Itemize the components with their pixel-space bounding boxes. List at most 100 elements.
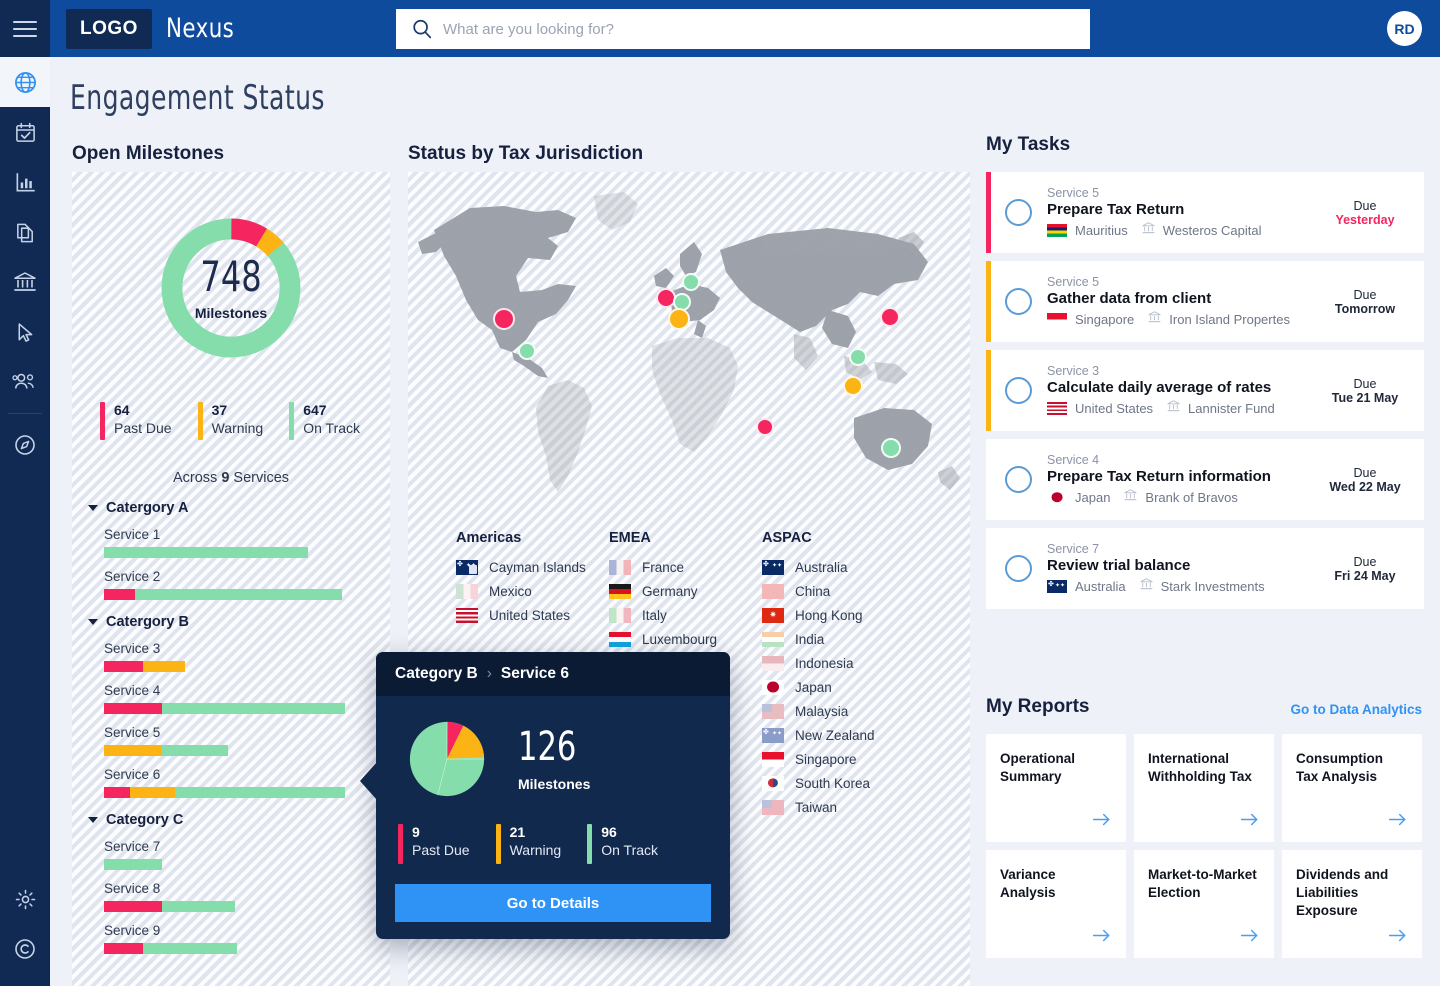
task-row[interactable]: Service 4 Prepare Tax Return information J… — [986, 439, 1424, 520]
service-row[interactable]: Service 7 — [104, 839, 390, 870]
sidebar-item-people[interactable] — [0, 357, 50, 407]
report-card[interactable]: Consumption Tax Analysis — [1282, 734, 1422, 842]
legend-country-item[interactable]: Luxembourg — [609, 627, 762, 651]
arrow-right-icon[interactable] — [1388, 812, 1408, 832]
legend-country-item[interactable]: Mexico — [456, 579, 609, 603]
service-status-bar — [104, 901, 390, 912]
service-row[interactable]: Service 9 — [104, 923, 390, 954]
map-pin-japan[interactable] — [880, 307, 900, 327]
world-map[interactable] — [408, 180, 970, 510]
map-pin-hong-kong[interactable] — [849, 348, 867, 366]
legend-country-item[interactable]: India — [762, 627, 970, 651]
sidebar-item-globe[interactable] — [0, 57, 50, 107]
legend-country-item[interactable]: ✷ Hong Kong — [762, 603, 970, 627]
map-pin-luxembourg[interactable] — [668, 308, 690, 330]
bar-segment-on-track — [175, 787, 345, 798]
sidebar-item-analytics[interactable] — [0, 157, 50, 207]
category-header[interactable]: Category C — [88, 812, 390, 828]
service-row[interactable]: Service 1 — [104, 527, 390, 558]
go-to-data-analytics-link[interactable]: Go to Data Analytics — [1290, 702, 1422, 717]
report-card[interactable]: Operational Summary — [986, 734, 1126, 842]
map-pin-singapore[interactable] — [843, 376, 863, 396]
bank-icon — [1123, 488, 1138, 507]
search-bar[interactable] — [396, 9, 1090, 49]
menu-toggle-zone[interactable] — [0, 0, 50, 57]
report-card[interactable]: International Withholding Tax — [1134, 734, 1274, 842]
report-card[interactable]: Market-to-Market Election — [1134, 850, 1274, 958]
legend-country-item[interactable]: China — [762, 579, 970, 603]
arrow-right-icon[interactable] — [1240, 928, 1260, 948]
legend-country-item[interactable]: Singapore — [762, 747, 970, 771]
service-row[interactable]: Service 6 — [104, 767, 390, 798]
category-header[interactable]: Catergory A — [88, 500, 390, 516]
hamburger-icon[interactable] — [13, 20, 37, 37]
legend-country-item[interactable]: ✤ ✦✦ Australia — [762, 555, 970, 579]
bar-segment-warning — [104, 745, 162, 756]
legend-country-item[interactable]: South Korea — [762, 771, 970, 795]
avatar[interactable]: RD — [1387, 11, 1422, 46]
task-checkbox[interactable] — [1005, 466, 1032, 493]
sidebar-item-actions[interactable] — [0, 307, 50, 357]
sidebar-item-explore[interactable] — [0, 420, 50, 470]
task-status-stripe — [986, 528, 991, 609]
task-row[interactable]: Service 7 Review trial balance ✤ ✦✦ Australi… — [986, 528, 1424, 609]
service-row[interactable]: Service 3 — [104, 641, 390, 672]
legend-country-label: Japan — [795, 679, 832, 695]
legend-country-item[interactable]: ✤✦✦ Cayman Islands — [456, 555, 609, 579]
task-checkbox[interactable] — [1005, 199, 1032, 226]
legend-country-item[interactable]: Italy — [609, 603, 762, 627]
report-card[interactable]: Dividends and Liabilities Exposure — [1282, 850, 1422, 958]
map-pin-australia[interactable] — [881, 438, 901, 458]
sidebar-item-tasks[interactable] — [0, 107, 50, 157]
arrow-right-icon[interactable] — [1092, 928, 1112, 948]
task-country: Japan — [1075, 489, 1111, 505]
legend-country-label: Germany — [642, 583, 698, 599]
service-category-list: Catergory A Service 1 Service 2 Catergory B… — [72, 500, 390, 954]
tooltip-summary: 126 Milestones — [376, 696, 730, 808]
go-to-details-button[interactable]: Go to Details — [395, 884, 711, 922]
task-checkbox[interactable] — [1005, 288, 1032, 315]
map-pin-mauritius[interactable] — [756, 418, 774, 436]
legend-label: Warning — [211, 419, 264, 436]
legend-country-item[interactable]: Indonesia — [762, 651, 970, 675]
arrow-right-icon[interactable] — [1240, 812, 1260, 832]
open-milestones-donut[interactable]: 748 Milestones — [153, 210, 309, 366]
legend-country-label: Mexico — [489, 583, 532, 599]
map-pin-germany[interactable] — [682, 273, 700, 291]
report-card[interactable]: Variance Analysis — [986, 850, 1126, 958]
legend-country-item[interactable]: ✤ ✦✦ New Zealand — [762, 723, 970, 747]
sidebar-item-documents[interactable] — [0, 207, 50, 257]
legend-country-item[interactable]: Malaysia — [762, 699, 970, 723]
legend-country-item[interactable]: France — [609, 555, 762, 579]
map-pin-mexico[interactable] — [518, 342, 536, 360]
category-header[interactable]: Catergory B — [88, 614, 390, 630]
service-row[interactable]: Service 4 — [104, 683, 390, 714]
task-client: Brank of Bravos — [1145, 489, 1238, 505]
legend-label: On Track — [601, 841, 659, 858]
legend-country-item[interactable]: Taiwan — [762, 795, 970, 819]
legend-country-item[interactable]: Germany — [609, 579, 762, 603]
service-row[interactable]: Service 2 — [104, 569, 390, 600]
map-pin-united-states[interactable] — [493, 308, 515, 330]
service-row[interactable]: Service 5 — [104, 725, 390, 756]
sidebar-item-copyright[interactable] — [0, 924, 50, 974]
logo-badge[interactable]: LOGO — [66, 8, 152, 49]
task-row[interactable]: Service 5 Gather data from client Singapor… — [986, 261, 1424, 342]
task-row[interactable]: Service 3 Calculate daily average of rate… — [986, 350, 1424, 431]
legend-country-label: South Korea — [795, 775, 871, 791]
legend-country-item[interactable]: Japan — [762, 675, 970, 699]
arrow-right-icon[interactable] — [1388, 928, 1408, 948]
bar-segment-on-track — [104, 547, 308, 558]
sidebar-item-settings[interactable] — [0, 874, 50, 924]
search-input[interactable] — [443, 11, 1089, 47]
arrow-right-icon[interactable] — [1092, 812, 1112, 832]
task-checkbox[interactable] — [1005, 377, 1032, 404]
service-row[interactable]: Service 8 — [104, 881, 390, 912]
legend-country-item[interactable]: United States — [456, 603, 609, 627]
task-row[interactable]: Service 5 Prepare Tax Return Mauritius West… — [986, 172, 1424, 253]
task-checkbox[interactable] — [1005, 555, 1032, 582]
bar-segment-on-track — [135, 589, 342, 600]
indonesia-flag — [762, 655, 784, 671]
task-due: Due Wed 22 May — [1320, 466, 1424, 494]
sidebar-item-entities[interactable] — [0, 257, 50, 307]
